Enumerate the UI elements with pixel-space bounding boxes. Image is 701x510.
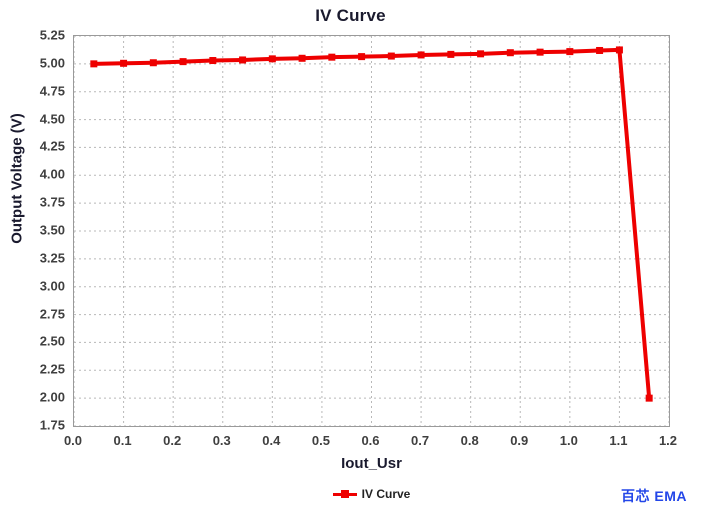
x-axis-tick-label: 0.4 [262, 433, 281, 448]
legend-entry-label: IV Curve [361, 487, 411, 501]
x-axis-tick-label: 0.5 [311, 433, 330, 448]
y-axis-tick-label: 2.00 [39, 389, 65, 405]
chart-legend: IV Curve [73, 487, 670, 501]
y-axis-tick-label: 2.50 [39, 333, 65, 349]
x-axis-tick-label: 1.1 [609, 433, 628, 448]
x-axis-tick-label: 0.9 [510, 433, 529, 448]
x-axis-title: Iout_Usr [341, 455, 402, 472]
series-layer [90, 46, 653, 402]
y-axis-tick-label: 2.75 [39, 306, 65, 322]
watermark-logo: 百芯 EMA [621, 488, 687, 504]
plot-area [73, 35, 670, 427]
chart-title: IV Curve [315, 6, 386, 25]
iv-curve-chart: IV Curve 1.75 2.00 2.25 2.50 2.75 3.00 3.25 3.5… [0, 0, 701, 510]
x-axis-tick-label: 0.2 [163, 433, 182, 448]
x-axis-tick-label: 0.1 [113, 433, 132, 448]
x-axis-tick-label: 0.8 [460, 433, 479, 448]
y-axis-title: Output Voltage (V) [8, 113, 26, 244]
legend-marker-icon [332, 489, 357, 499]
x-axis-tick-label: 1.2 [658, 433, 678, 448]
y-axis-tick-label: 1.75 [39, 417, 65, 433]
x-axis-tick-label: 1.0 [559, 433, 578, 448]
x-axis-tick-label: 0.3 [212, 433, 231, 448]
y-axis-tick-label: 5.25 [39, 27, 65, 43]
x-axis-tick-label: 0.6 [361, 433, 380, 448]
x-axis-tick-label: 0.0 [63, 433, 83, 448]
x-axis-tick-label: 0.7 [411, 433, 430, 448]
y-axis-tick-label: 2.25 [39, 361, 65, 377]
